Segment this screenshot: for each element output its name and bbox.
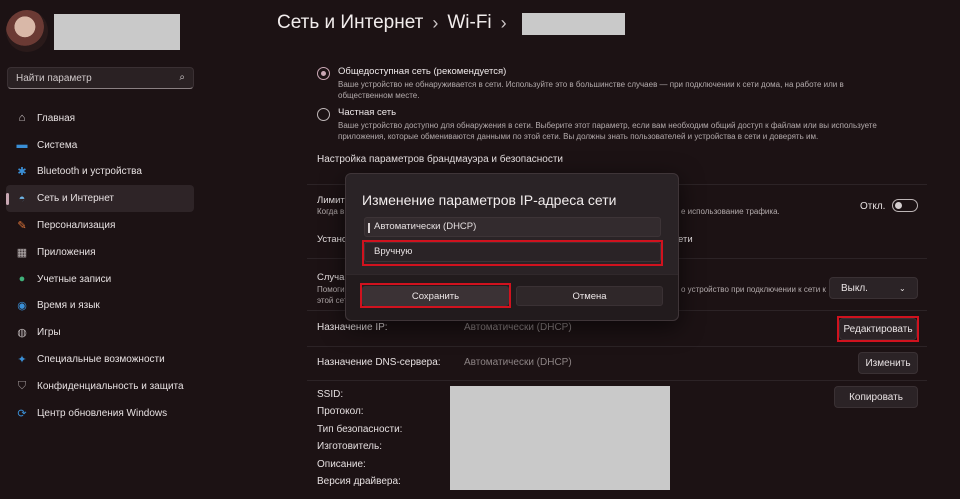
update-icon: ⟳ — [17, 407, 27, 420]
ip-assignment-label: Назначение IP: — [317, 322, 388, 333]
ip-settings-dialog: Изменение параметров IP-адреса сети Авто… — [345, 173, 679, 321]
dialog-option-auto[interactable]: Автоматически (DHCP) — [364, 217, 661, 237]
dns-assignment-label: Назначение DNS-сервера: — [317, 357, 441, 368]
metered-title: Лимит — [317, 195, 345, 206]
sidebar-item-label: Игры — [37, 327, 61, 339]
search-icon: ⌕ — [179, 72, 185, 83]
sidebar-item[interactable]: ▬ Система — [6, 132, 194, 159]
home-icon: ⌂ — [18, 112, 26, 125]
network-name-redacted — [522, 13, 625, 35]
sidebar-item[interactable]: ▦ Приложения — [6, 239, 194, 266]
dialog-title: Изменение параметров IP-адреса сети — [362, 192, 617, 208]
sidebar-item-label: Конфиденциальность и защита — [37, 380, 184, 392]
private-network-desc: Ваше устройство доступно для обнаружения… — [338, 121, 877, 141]
property-label: Версия драйвера: — [317, 476, 401, 487]
sidebar-item-label: Система — [37, 139, 78, 151]
firewall-settings-link[interactable]: Настройка параметров брандмауэра и безоп… — [317, 154, 563, 165]
sidebar-item[interactable]: ⌂ Главная — [6, 105, 194, 132]
data-limit-title-tail: ети — [678, 234, 693, 245]
sidebar-item[interactable]: ✎ Персонализация — [6, 212, 194, 239]
monitor-icon: ▬ — [16, 139, 28, 152]
dialog-option-auto-label: Автоматически (DHCP) — [374, 221, 477, 232]
sidebar-item-label: Время и язык — [37, 300, 100, 312]
sidebar-item-label: Сеть и Интернет — [37, 193, 115, 205]
highlight-manual-option — [362, 240, 663, 266]
property-label: Описание: — [317, 458, 366, 470]
ip-assignment-value: Автоматически (DHCP) — [464, 322, 572, 333]
sidebar-item-label: Bluetooth и устройства — [37, 166, 142, 178]
globe-icon: ◉ — [17, 300, 27, 313]
sidebar-item[interactable]: ◓ Сеть и Интернет — [6, 185, 194, 213]
wifi-icon: ◓ — [18, 192, 26, 205]
sidebar-item[interactable]: ◍ Игры — [6, 319, 194, 346]
random-address-select[interactable]: Выкл. ⌄ — [829, 277, 918, 299]
data-limit-title[interactable]: Устано — [317, 234, 347, 245]
sidebar-nav: ⌂ Главная ▬ Система ✱ Bluetooth и устройства ◓… — [6, 105, 194, 427]
search-placeholder: Найти параметр — [16, 73, 92, 84]
metered-toggle[interactable] — [892, 199, 918, 212]
properties-values-redacted — [450, 386, 670, 490]
chevron-down-icon: ⌄ — [898, 283, 906, 293]
breadcrumb: Сеть и Интернет › Wi-Fi › — [277, 12, 516, 34]
breadcrumb-wifi[interactable]: Wi-Fi — [447, 12, 491, 34]
property-label: Тип безопасности: — [317, 423, 403, 435]
metered-toggle-label: Откл. — [860, 201, 886, 212]
random-address-select-value: Выкл. — [841, 282, 868, 294]
dialog-cancel-button[interactable]: Отмена — [516, 286, 663, 306]
avatar[interactable] — [6, 10, 48, 52]
chevron-right-icon: › — [500, 12, 507, 33]
apps-icon: ▦ — [16, 246, 28, 259]
sidebar-item-label: Главная — [37, 112, 76, 124]
public-network-title: Общедоступная сеть (рекомендуется) — [338, 66, 507, 77]
shield-icon: ⛉ — [17, 379, 27, 392]
copy-button[interactable]: Копировать — [834, 386, 918, 408]
username-redacted — [54, 14, 180, 50]
dialog-footer: Сохранить Отмена — [346, 274, 678, 320]
radio-private-network[interactable]: Частная сеть Ваше устройство доступно дл… — [317, 107, 898, 142]
dns-assignment-value: Автоматически (DHCP) — [464, 357, 572, 368]
metered-desc-tail: е использование трафика. — [681, 207, 780, 216]
sidebar-item-label: Центр обновления Windows — [37, 407, 168, 419]
private-network-title: Частная сеть — [338, 107, 397, 118]
breadcrumb-network[interactable]: Сеть и Интернет — [277, 12, 423, 34]
sidebar-item[interactable]: ◉ Время и язык — [6, 293, 194, 320]
radio-public-network[interactable]: Общедоступная сеть (рекомендуется) Ваше … — [317, 66, 898, 101]
property-label: Изготовитель: — [317, 441, 382, 453]
random-address-desc: Помоги — [317, 285, 345, 294]
search-input[interactable]: Найти параметр ⌕ — [7, 67, 194, 89]
radio-private[interactable] — [317, 108, 330, 121]
gamepad-icon: ◍ — [17, 327, 27, 340]
divider — [307, 346, 927, 347]
property-label: Протокол: — [317, 406, 364, 418]
bluetooth-icon: ✱ — [17, 166, 27, 179]
brush-icon: ✎ — [17, 220, 27, 233]
property-label: SSID: — [317, 389, 344, 400]
public-network-desc: Ваше устройство не обнаруживается в сети… — [338, 80, 844, 100]
highlight-save-button — [360, 283, 511, 308]
divider — [307, 380, 927, 381]
radio-public[interactable] — [317, 67, 330, 80]
accessibility-icon: ✦ — [17, 354, 27, 367]
chevron-right-icon: › — [432, 12, 439, 33]
account-icon: ● — [18, 273, 26, 286]
sidebar-item[interactable]: ● Учетные записи — [6, 266, 194, 293]
sidebar-item[interactable]: ✦ Специальные возможности — [6, 346, 194, 373]
sidebar-item-label: Специальные возможности — [37, 354, 165, 366]
sidebar-item[interactable]: ⛉ Конфиденциальность и защита — [6, 373, 194, 400]
sidebar-item-label: Приложения — [37, 246, 96, 258]
selected-indicator — [368, 223, 370, 233]
metered-desc: Когда в — [317, 207, 345, 216]
sidebar-item-label: Учетные записи — [37, 273, 112, 285]
sidebar-item[interactable]: ⟳ Центр обновления Windows — [6, 400, 194, 427]
highlight-ip-edit — [837, 316, 919, 342]
sidebar-item[interactable]: ✱ Bluetooth и устройства — [6, 159, 194, 186]
dns-edit-button[interactable]: Изменить — [858, 352, 918, 374]
sidebar-item-label: Персонализация — [37, 220, 116, 232]
random-address-desc-tail: о устройство при подключении к сети к — [681, 285, 826, 294]
